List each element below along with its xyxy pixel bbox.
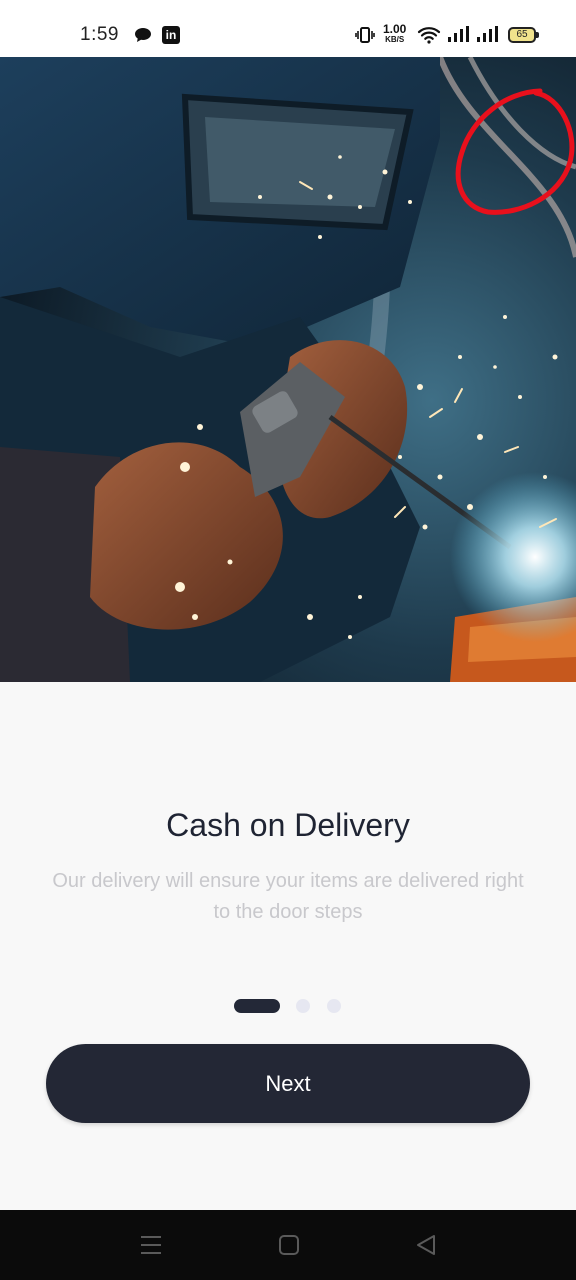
signal-icon bbox=[448, 26, 470, 47]
system-nav-bar bbox=[0, 1210, 576, 1280]
next-button[interactable]: Next bbox=[46, 1044, 530, 1123]
menu-icon[interactable] bbox=[140, 1234, 162, 1261]
battery-icon: 65 bbox=[508, 27, 539, 43]
net-speed-indicator: 1.00 KB/S bbox=[383, 22, 407, 45]
back-icon[interactable] bbox=[415, 1234, 437, 1261]
linkedin-icon: in bbox=[162, 26, 180, 44]
pagination-dot[interactable] bbox=[327, 999, 341, 1013]
status-time: 1:59 bbox=[80, 24, 119, 45]
pagination-dot-active[interactable] bbox=[234, 999, 280, 1013]
home-icon[interactable] bbox=[278, 1234, 300, 1261]
page-title: Cash on Delivery bbox=[166, 807, 410, 843]
chat-icon bbox=[134, 27, 152, 48]
vibrate-icon bbox=[355, 26, 375, 49]
page-subtitle: Our delivery will ensure your items are … bbox=[52, 870, 524, 923]
status-bar: 1:59 in 1.00 KB/S 65 bbox=[0, 0, 576, 57]
signal-icon bbox=[477, 26, 499, 47]
net-speed-value: 1.00 bbox=[383, 22, 407, 36]
net-speed-unit: KB/S bbox=[385, 35, 405, 44]
hero-image bbox=[0, 57, 576, 682]
wifi-icon bbox=[417, 25, 441, 49]
pagination-dot[interactable] bbox=[296, 999, 310, 1013]
